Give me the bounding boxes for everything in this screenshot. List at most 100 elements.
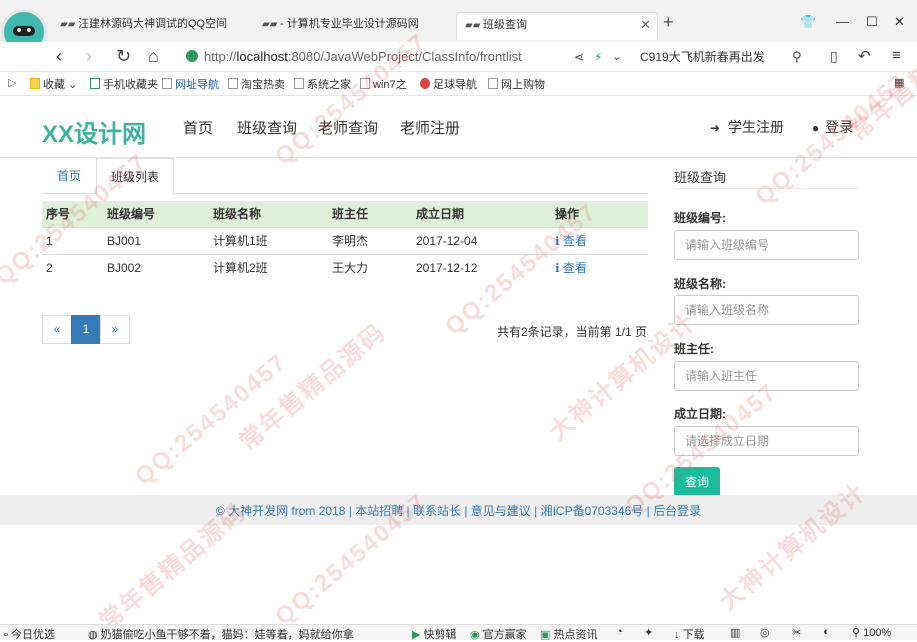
bookmark-xitong[interactable]: 系统之家 bbox=[294, 76, 351, 92]
main-content: 首页 班级列表 序号 班级编号 班级名称 班主任 成立日期 操作 1 BJ001… bbox=[0, 158, 917, 497]
student-register-link[interactable]: ➜ 学生注册 bbox=[710, 117, 784, 137]
zoom-level[interactable]: ⚲ 100% bbox=[852, 626, 891, 639]
tab-class-list[interactable]: 班级列表 bbox=[96, 158, 174, 195]
new-tab-icon[interactable]: + bbox=[663, 12, 674, 33]
speed-icon[interactable]: ◔ bbox=[616, 626, 623, 638]
pin-icon[interactable]: ✦ bbox=[644, 626, 653, 639]
search-icon[interactable]: ⚲ bbox=[792, 49, 802, 65]
screenshot-icon[interactable]: ✂ bbox=[792, 626, 801, 639]
table-header-row: 序号 班级编号 班级名称 班主任 成立日期 操作 bbox=[42, 201, 648, 227]
class-code-label: 班级编号: bbox=[674, 211, 726, 225]
bookmark-football[interactable]: 足球导航 bbox=[420, 76, 477, 92]
browser-tab-class-query[interactable]: ▰▰ 班级查询 ✕ bbox=[456, 12, 658, 40]
globe-icon[interactable]: ◎ bbox=[760, 626, 770, 639]
bookmark-mobile[interactable]: 手机收藏夹 bbox=[90, 76, 158, 92]
browser-tab-bar: ▰▰ 汪建林源码大神调试的QQ空间 ▰▰ - 计算机专业毕业设计源码网 ▰▰ 班级查询… bbox=[0, 0, 917, 52]
back-icon[interactable]: ‹ bbox=[56, 46, 62, 67]
query-button[interactable]: 查询 bbox=[674, 467, 720, 497]
head-teacher-input[interactable]: 请输入班主任 bbox=[674, 361, 859, 391]
record-info: 共有2条记录，当前第 1/1 页 bbox=[496, 325, 647, 339]
nav-teacher-query[interactable]: 老师查询 bbox=[318, 117, 378, 138]
search-input[interactable]: C919大飞机新春再出发 bbox=[640, 46, 810, 68]
cell-class-code: BJ001 bbox=[103, 226, 209, 254]
class-code-input[interactable]: 请输入班级编号 bbox=[674, 230, 859, 260]
menu-icon[interactable]: ≡ bbox=[892, 47, 901, 64]
user-icon: ● bbox=[812, 121, 820, 135]
cell-class-code: BJ002 bbox=[103, 253, 209, 281]
view-link[interactable]: ℹ 查看 bbox=[551, 253, 648, 281]
cell-head-teacher: 李明杰 bbox=[328, 226, 412, 254]
table-row: 2 BJ002 计算机2班 王大力 2017-12-12 ℹ 查看 bbox=[42, 253, 648, 281]
browser-status-bar: ▫ 今日优选 ◍ 奶猫偷吃小鱼干够不着，猫妈：娃等着，妈就给你拿 ▶ 快剪辑 ◉… bbox=[0, 624, 917, 641]
page-1-button[interactable]: 1 bbox=[71, 315, 101, 344]
site-logo[interactable]: XX设计网 bbox=[42, 114, 146, 149]
tab-favicon-icon: ▰▰ bbox=[60, 19, 76, 30]
cell-class-name: 计算机2班 bbox=[209, 253, 328, 281]
view-link[interactable]: ℹ 查看 bbox=[551, 226, 648, 254]
browser-tab-qq-space[interactable]: ▰▰ 汪建林源码大神调试的QQ空间 bbox=[60, 12, 250, 40]
bookmark-nav[interactable]: 网址导航 bbox=[162, 76, 219, 92]
url-input[interactable]: http://localhost:8080/JavaWebProject/Cla… bbox=[186, 46, 626, 68]
founded-date-input[interactable]: 请选择成立日期 bbox=[674, 426, 859, 456]
minimize-icon[interactable]: — bbox=[836, 14, 849, 29]
login-link[interactable]: ● 登录 bbox=[812, 117, 853, 137]
bookmark-taobao[interactable]: 淘宝热卖 bbox=[228, 76, 285, 92]
gift-icon: ◉ bbox=[470, 629, 480, 641]
sidebar-toggle-icon[interactable]: ▷ bbox=[8, 76, 16, 89]
forward-icon[interactable]: › bbox=[86, 46, 92, 67]
nav-teacher-register[interactable]: 老师注册 bbox=[400, 117, 460, 138]
cell-index: 1 bbox=[42, 226, 103, 254]
address-toolbar: ‹ › ↻ ⌂ http://localhost:8080/JavaWebPro… bbox=[0, 42, 917, 72]
apps-grid-icon[interactable]: ▦ bbox=[894, 76, 904, 89]
reload-icon[interactable]: ↻ bbox=[116, 46, 131, 67]
skin-icon[interactable]: 👕 bbox=[800, 14, 816, 30]
bell-icon: ◍ bbox=[88, 629, 98, 641]
prev-page-button[interactable]: « bbox=[42, 315, 72, 344]
content-tabs: 首页 班级列表 bbox=[42, 158, 648, 195]
next-page-button[interactable]: » bbox=[100, 315, 130, 344]
lightning-icon[interactable]: ⚡ bbox=[594, 50, 602, 64]
founded-date-label: 成立日期: bbox=[674, 407, 726, 421]
phone-icon[interactable]: ▯ bbox=[830, 48, 838, 65]
browser-tab-source-site[interactable]: ▰▰ - 计算机专业毕业设计源码网 bbox=[262, 12, 452, 40]
home-icon[interactable]: ⌂ bbox=[148, 46, 159, 67]
nav-class-query[interactable]: 班级查询 bbox=[237, 117, 297, 138]
chevron-down-icon[interactable]: ⌄ bbox=[612, 50, 621, 63]
bookmark-win7[interactable]: win7之 bbox=[360, 76, 407, 92]
bookmark-shopping[interactable]: 网上购物 bbox=[488, 76, 545, 92]
share-icon[interactable]: ⋖ bbox=[574, 50, 584, 64]
class-name-input[interactable]: 请输入班级名称 bbox=[674, 295, 859, 325]
cell-class-name: 计算机1班 bbox=[209, 226, 328, 254]
undo-icon[interactable]: ↶ bbox=[858, 47, 871, 65]
bookmarks-bar: ▷ 收藏 ⌄ 手机收藏夹 网址导航 淘宝热卖 系统之家 win7之 足球导航 网… bbox=[0, 72, 917, 96]
info-icon: ℹ bbox=[555, 234, 560, 248]
head-teacher-label: 班主任: bbox=[674, 342, 714, 356]
cell-head-teacher: 王大力 bbox=[328, 253, 412, 281]
maximize-icon[interactable]: ☐ bbox=[866, 14, 878, 30]
news-icon: ▣ bbox=[540, 629, 551, 641]
extension-icon[interactable]: ▥ bbox=[730, 626, 740, 639]
col-class-name: 班级名称 bbox=[209, 201, 328, 227]
tab-home[interactable]: 首页 bbox=[42, 158, 96, 194]
nav-home[interactable]: 首页 bbox=[183, 117, 213, 138]
divider bbox=[674, 188, 859, 189]
col-class-code: 班级编号 bbox=[103, 201, 209, 227]
close-window-icon[interactable]: ✕ bbox=[894, 14, 905, 30]
zoom-icon: ⚲ bbox=[852, 627, 861, 639]
flag-icon: ▫ bbox=[4, 629, 8, 641]
class-name-label: 班级名称: bbox=[674, 277, 726, 291]
download-icon: ↓ bbox=[674, 629, 680, 641]
cell-founded-date: 2017-12-04 bbox=[412, 226, 551, 254]
site-header: XX设计网 首页 班级查询 老师查询 老师注册 ➜ 学生注册 ● 登录 bbox=[0, 96, 917, 158]
secure-icon bbox=[186, 50, 198, 62]
info-icon: ℹ bbox=[555, 261, 560, 276]
tab-favicon-icon: ▰▰ bbox=[262, 19, 278, 30]
bookmark-favorites[interactable]: 收藏 ⌄ bbox=[30, 76, 77, 92]
col-index: 序号 bbox=[42, 201, 103, 227]
cell-founded-date: 2017-12-12 bbox=[412, 253, 551, 281]
site-footer[interactable]: © 大神开发网 from 2018 | 本站招聘 | 联系站长 | 意见与建议 … bbox=[0, 495, 917, 525]
close-tab-icon[interactable]: ✕ bbox=[640, 13, 651, 37]
audio-icon[interactable]: ◖ bbox=[822, 626, 829, 638]
table-row: 1 BJ001 计算机1班 李明杰 2017-12-04 ℹ 查看 bbox=[42, 226, 648, 254]
sidebar-title: 班级查询 bbox=[674, 170, 727, 185]
